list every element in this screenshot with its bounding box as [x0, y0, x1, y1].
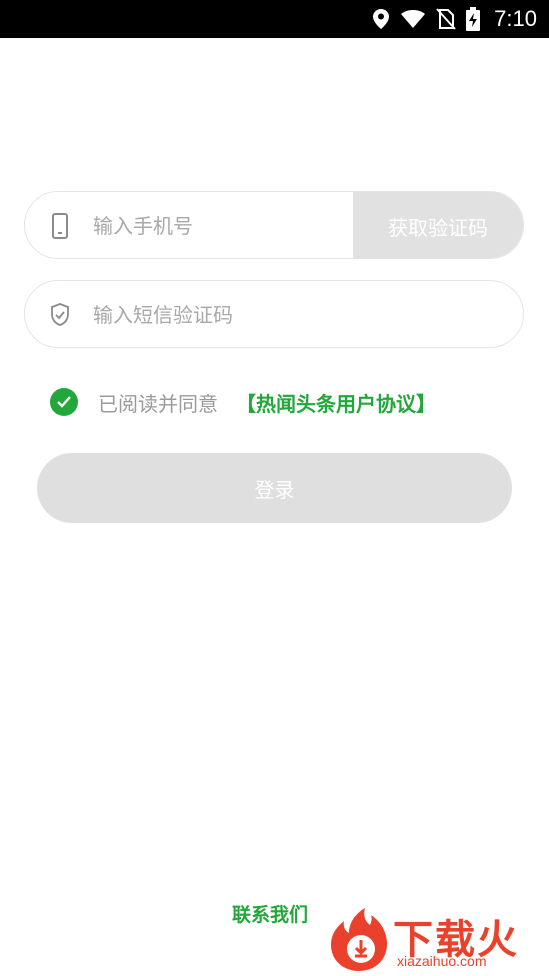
location-icon — [373, 9, 390, 29]
flame-logo-icon — [331, 908, 387, 971]
watermark-url: xiazaihuo.com — [397, 953, 487, 969]
agreement-link[interactable]: 【热闻头条用户协议】 — [236, 388, 436, 417]
check-icon — [57, 396, 71, 408]
watermark-logo: 下载火 xiazaihuo.com — [325, 905, 545, 973]
agree-checkbox[interactable] — [50, 388, 78, 416]
contact-us-link[interactable]: 联系我们 — [232, 900, 308, 927]
get-code-button[interactable]: 获取验证码 — [353, 192, 523, 258]
sms-code-input[interactable]: 输入短信验证码 — [93, 281, 233, 347]
sms-code-field[interactable]: 输入短信验证码 — [24, 280, 524, 348]
status-icons: 7:10 — [372, 0, 537, 38]
login-button[interactable]: 登录 — [37, 453, 512, 523]
shield-icon — [51, 303, 69, 326]
phone-input[interactable]: 输入手机号 — [93, 192, 193, 258]
status-time: 7:10 — [494, 6, 537, 31]
wifi-icon — [401, 10, 426, 28]
status-bar: 7:10 — [0, 0, 549, 38]
battery-charging-icon — [466, 7, 481, 31]
agree-text: 已阅读并同意 — [98, 391, 218, 416]
phone-icon — [52, 213, 68, 239]
phone-field[interactable]: 输入手机号 获取验证码 — [24, 191, 524, 259]
agreement-row: 已阅读并同意 【热闻头条用户协议】 — [50, 387, 436, 417]
no-sim-icon — [436, 8, 456, 30]
